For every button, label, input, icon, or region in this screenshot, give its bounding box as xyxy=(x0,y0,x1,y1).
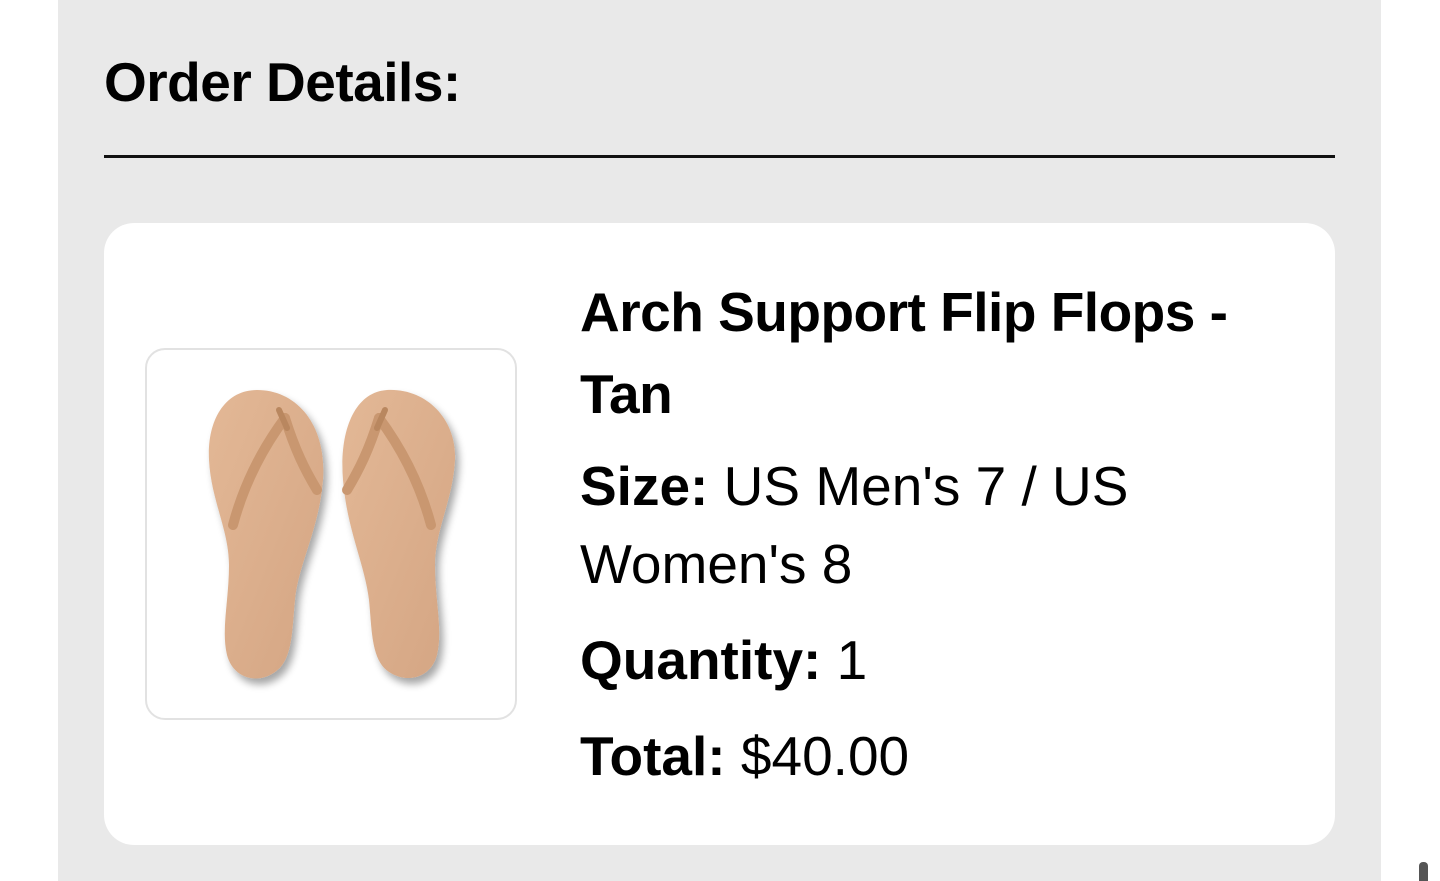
quantity-value: 1 xyxy=(836,629,868,691)
scrollbar-thumb[interactable] xyxy=(1419,862,1428,881)
order-details-panel: Order Details: Arch Support Flip Flops -… xyxy=(58,0,1381,881)
quantity-label: Quantity: xyxy=(580,629,822,691)
total-row: Total: $40.00 xyxy=(580,717,1310,795)
order-item-card: Arch Support Flip Flops - Tan Size: US M… xyxy=(104,223,1335,845)
divider xyxy=(104,155,1335,158)
product-image[interactable] xyxy=(145,348,517,720)
size-label: Size: xyxy=(580,455,709,517)
product-name[interactable]: Arch Support Flip Flops - Tan xyxy=(580,271,1310,435)
page-title: Order Details: xyxy=(104,51,461,113)
product-info: Arch Support Flip Flops - Tan Size: US M… xyxy=(580,271,1310,813)
size-row: Size: US Men's 7 / US Women's 8 xyxy=(580,447,1310,603)
total-label: Total: xyxy=(580,725,726,787)
total-value: $40.00 xyxy=(740,725,910,787)
flip-flops-icon xyxy=(208,389,456,679)
quantity-row: Quantity: 1 xyxy=(580,621,1310,699)
